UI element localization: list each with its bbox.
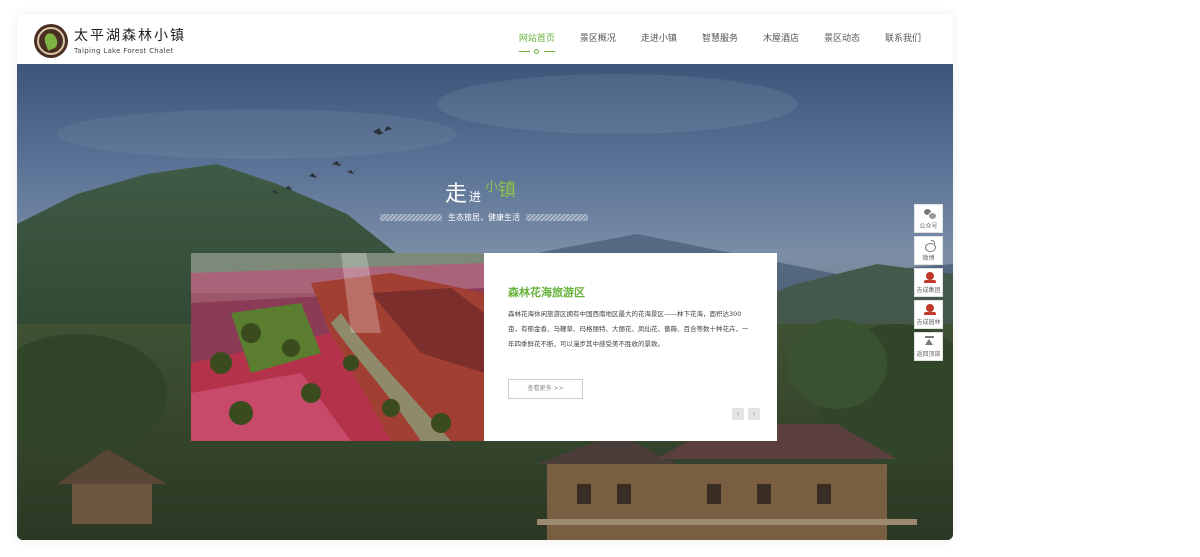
nav-label: 景区动态 xyxy=(823,34,860,44)
wechat-official-account-button[interactable]: 公众号 xyxy=(914,204,943,233)
hero-title-large: 镇 xyxy=(498,180,517,201)
nav-item-cabin-hotel[interactable]: 木屋酒店 xyxy=(763,33,799,45)
nav-label: 景区概况 xyxy=(579,34,616,44)
prev-slide-button[interactable]: ‹ xyxy=(732,408,744,420)
flower-field-photo xyxy=(191,253,484,441)
hero-title-small: 小 xyxy=(485,180,499,195)
site-logo[interactable]: 太平湖森林小镇 Taiping Lake Forest Chalet xyxy=(34,24,186,58)
page-frame: 太平湖森林小镇 Taiping Lake Forest Chalet 网站首页 … xyxy=(17,14,953,540)
logo-text: 太平湖森林小镇 Taiping Lake Forest Chalet xyxy=(74,27,186,56)
float-item-label: 吉成园林 xyxy=(916,319,941,326)
float-item-label: 微博 xyxy=(922,255,935,262)
slogan-text: 生态旅居，健康生活 xyxy=(448,212,520,222)
nav-label: 联系我们 xyxy=(884,34,921,44)
feature-card-image[interactable] xyxy=(191,253,484,441)
float-item-label: 返回顶部 xyxy=(916,351,941,358)
nav-item-home[interactable]: 网站首页 xyxy=(518,33,555,54)
slogan-decoration-left xyxy=(380,213,442,221)
hero-slogan: 生态旅居，健康生活 xyxy=(380,212,588,222)
site-header: 太平湖森林小镇 Taiping Lake Forest Chalet 网站首页 … xyxy=(17,14,953,64)
nav-active-indicator xyxy=(518,49,555,55)
logo-emblem-icon xyxy=(34,24,68,58)
garden-link-button[interactable]: 吉成园林 xyxy=(914,300,943,329)
nav-item-contact[interactable]: 联系我们 xyxy=(885,33,921,45)
hero-title-part1: 走 xyxy=(445,182,468,207)
floating-toolbar: 公众号 微博 吉成集团 吉成园林 返回顶部 xyxy=(914,204,943,364)
garden-logo-icon xyxy=(924,304,936,315)
next-slide-button[interactable]: › xyxy=(748,408,760,420)
hero-title-part2: 进 xyxy=(469,190,482,204)
back-to-top-button[interactable]: 返回顶部 xyxy=(914,332,943,361)
nav-item-overview[interactable]: 景区概况 xyxy=(580,33,616,45)
float-item-label: 吉成集团 xyxy=(916,287,941,294)
feature-card-description: 森林花海休闲旅游区拥有中国西南地区最大的花海景区——林下花海，面积达300亩，有… xyxy=(508,310,749,348)
nav-item-smart-service[interactable]: 智慧服务 xyxy=(702,33,738,45)
back-to-top-icon xyxy=(924,336,935,347)
brand-name-en: Taiping Lake Forest Chalet xyxy=(74,46,174,55)
feature-card-body: 森林花海旅游区 森林花海休闲旅游区拥有中国西南地区最大的花海景区——林下花海，面… xyxy=(484,253,777,441)
float-item-label: 公众号 xyxy=(919,223,938,230)
nav-label: 网站首页 xyxy=(518,34,555,44)
feature-card-title: 森林花海旅游区 xyxy=(508,286,585,299)
nav-item-town[interactable]: 走进小镇 xyxy=(641,33,677,45)
hero-title-part3: 小镇 xyxy=(485,176,516,202)
slogan-decoration-right xyxy=(526,213,588,221)
nav-label: 智慧服务 xyxy=(701,34,738,44)
nav-label: 木屋酒店 xyxy=(762,34,799,44)
group-logo-icon xyxy=(924,272,936,283)
view-more-button[interactable]: 查看更多 >> xyxy=(508,379,583,399)
nav-item-news[interactable]: 景区动态 xyxy=(824,33,860,45)
hero-title: 走 进 小镇 xyxy=(445,176,545,207)
wechat-icon xyxy=(924,208,937,220)
weibo-button[interactable]: 微博 xyxy=(914,236,943,265)
weibo-icon xyxy=(924,240,936,252)
feature-card: 森林花海旅游区 森林花海休闲旅游区拥有中国西南地区最大的花海景区——林下花海，面… xyxy=(191,253,777,441)
group-link-button[interactable]: 吉成集团 xyxy=(914,268,943,297)
brand-name-cn: 太平湖森林小镇 xyxy=(74,27,186,44)
hero-banner: 走 进 小镇 生态旅居，健康生活 森林花海旅游区 森林花海休闲旅游区拥有中国西南… xyxy=(17,64,953,540)
card-pager: ‹ › xyxy=(728,408,760,420)
nav-label: 走进小镇 xyxy=(640,34,677,44)
main-nav: 网站首页 景区概况 走进小镇 智慧服务 木屋酒店 景区动态 联系我们 xyxy=(494,33,921,54)
